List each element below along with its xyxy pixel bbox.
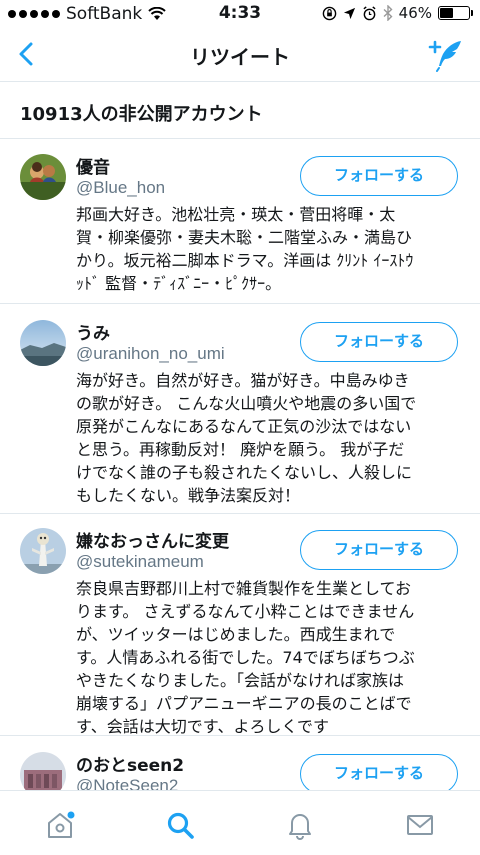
retweeters-list: 優音 @Blue_hon フォローする 邦画大好き。池松壮亮・瑛太・菅田将暉・太…	[0, 140, 480, 816]
battery-level	[440, 8, 453, 18]
list-item[interactable]: うみ @uranihon_no_umi フォローする 海が好き。自然が好き。猫が…	[0, 304, 480, 514]
user-handle: @Blue_hon	[76, 178, 166, 197]
list-item[interactable]: 優音 @Blue_hon フォローする 邦画大好き。池松壮亮・瑛太・菅田将暉・太…	[0, 140, 480, 304]
notifications-bell-icon[interactable]	[284, 809, 316, 841]
follow-button[interactable]: フォローする	[300, 754, 458, 794]
tab-bar	[0, 790, 480, 855]
status-bar: SoftBank 4:33 46%	[0, 0, 480, 28]
battery-percent: 46%	[398, 4, 432, 22]
status-icons: 46%	[322, 4, 473, 22]
avatar[interactable]	[20, 320, 66, 366]
user-name[interactable]: うみ	[76, 319, 110, 344]
home-icon[interactable]	[44, 809, 76, 841]
orientation-lock-icon	[322, 6, 336, 20]
follow-button[interactable]: フォローする	[300, 530, 458, 570]
user-handle: @sutekinameum	[76, 552, 204, 571]
avatar[interactable]	[20, 154, 66, 200]
alarm-icon	[363, 5, 376, 20]
user-bio: 邦画大好き。池松壮亮・瑛太・菅田将暉・太 賀・柳楽優弥・妻夫木聡・二階堂ふみ・満…	[76, 205, 414, 293]
page-title: リツイート	[190, 45, 290, 69]
follow-button[interactable]: フォローする	[300, 322, 458, 362]
navigation-bar: リツイート	[0, 28, 480, 82]
user-bio: 海が好き。自然が好き。猫が好き。中島みゆき の歌が好き。 こんな火山噴火や地震の…	[76, 371, 417, 505]
list-item[interactable]: 嫌なおっさんに変更 @sutekinameum フォローする 奈良県吉野郡川上村…	[0, 514, 480, 736]
messages-envelope-icon[interactable]	[404, 809, 436, 841]
search-icon[interactable]	[164, 809, 196, 841]
user-name[interactable]: 優音	[76, 153, 110, 178]
location-arrow-icon	[343, 7, 355, 19]
bluetooth-icon	[383, 5, 393, 21]
follow-button[interactable]: フォローする	[300, 156, 458, 196]
private-accounts-count: 10913人の非公開アカウント	[20, 104, 263, 125]
user-name[interactable]: 嫌なおっさんに変更	[76, 527, 229, 552]
user-bio: 奈良県吉野郡川上村で雑貨製作を生業としてお ります。 さえずるなんて小粋ことはで…	[76, 579, 415, 736]
battery-icon	[438, 6, 473, 20]
private-accounts-header: 10913人の非公開アカウント	[0, 83, 480, 139]
avatar[interactable]	[20, 528, 66, 574]
compose-tweet-icon[interactable]	[428, 38, 464, 72]
user-name[interactable]: のおとseen2	[76, 751, 184, 776]
user-handle: @uranihon_no_umi	[76, 344, 225, 363]
